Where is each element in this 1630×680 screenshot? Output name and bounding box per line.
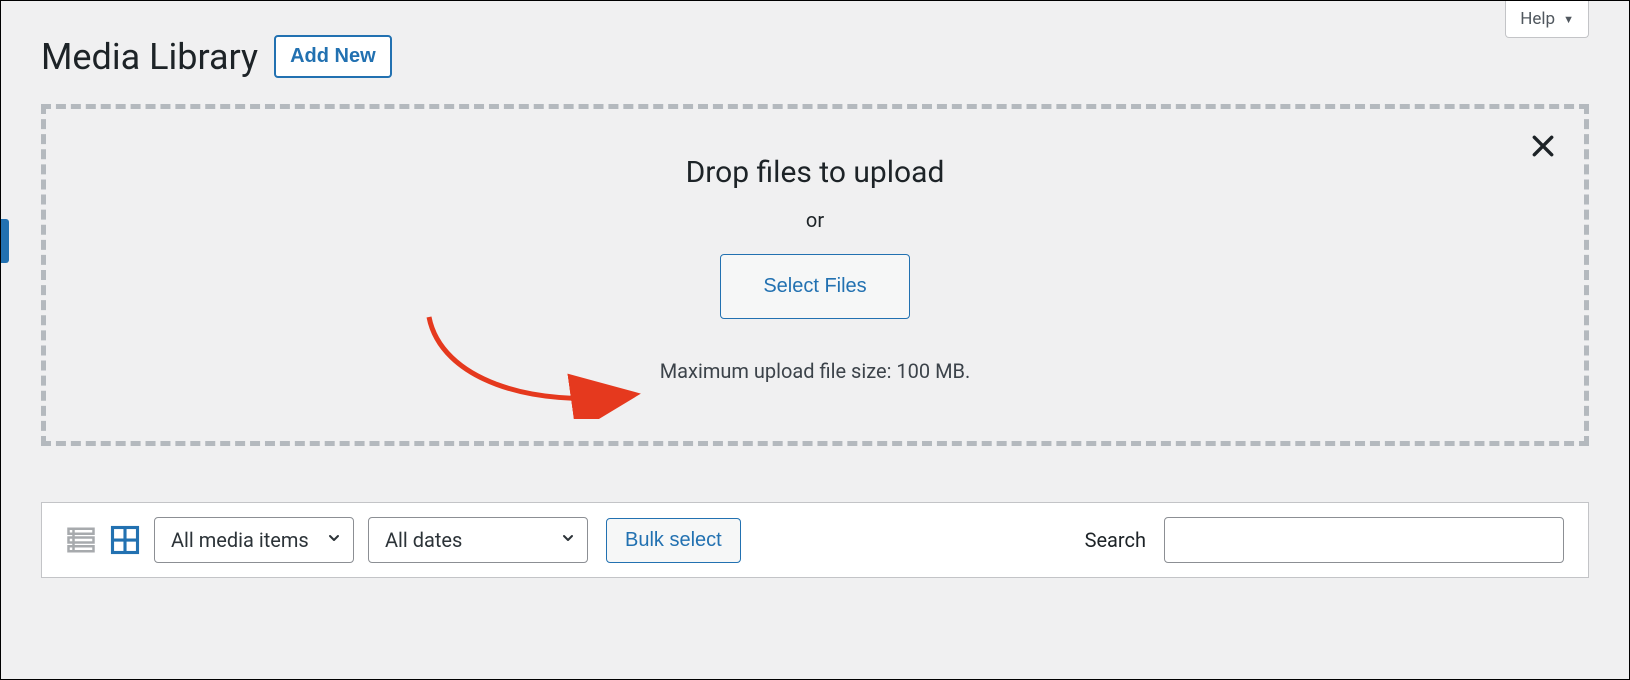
filter-dates-select[interactable]: All dates [368, 517, 588, 563]
filter-media-type-select[interactable]: All media items [154, 517, 354, 563]
max-upload-size-text: Maximum upload file size: 100 MB. [66, 359, 1564, 383]
close-icon[interactable] [1530, 133, 1556, 163]
help-label: Help [1520, 9, 1555, 29]
caret-down-icon: ▼ [1563, 13, 1574, 26]
header: Media Library Add New [41, 1, 1589, 104]
list-view-icon[interactable] [66, 525, 96, 555]
select-files-button[interactable]: Select Files [720, 254, 909, 319]
add-new-button[interactable]: Add New [274, 35, 392, 78]
page-title: Media Library [41, 36, 258, 78]
filter-media-type[interactable]: All media items [154, 517, 354, 563]
filter-dates[interactable]: All dates [368, 517, 588, 563]
bulk-select-button[interactable]: Bulk select [606, 518, 741, 563]
upload-dropzone[interactable]: Drop files to upload or Select Files Max… [41, 104, 1589, 446]
dropzone-heading: Drop files to upload [66, 155, 1564, 190]
page: Help ▼ Media Library Add New Drop files … [0, 0, 1630, 680]
left-accent-bar [1, 219, 9, 263]
media-toolbar: All media items All dates Bulk select Se… [41, 502, 1589, 578]
dropzone-or: or [66, 208, 1564, 232]
search-input[interactable] [1164, 517, 1564, 563]
help-tab[interactable]: Help ▼ [1505, 1, 1589, 38]
grid-view-icon[interactable] [110, 525, 140, 555]
search-label: Search [1085, 528, 1146, 552]
